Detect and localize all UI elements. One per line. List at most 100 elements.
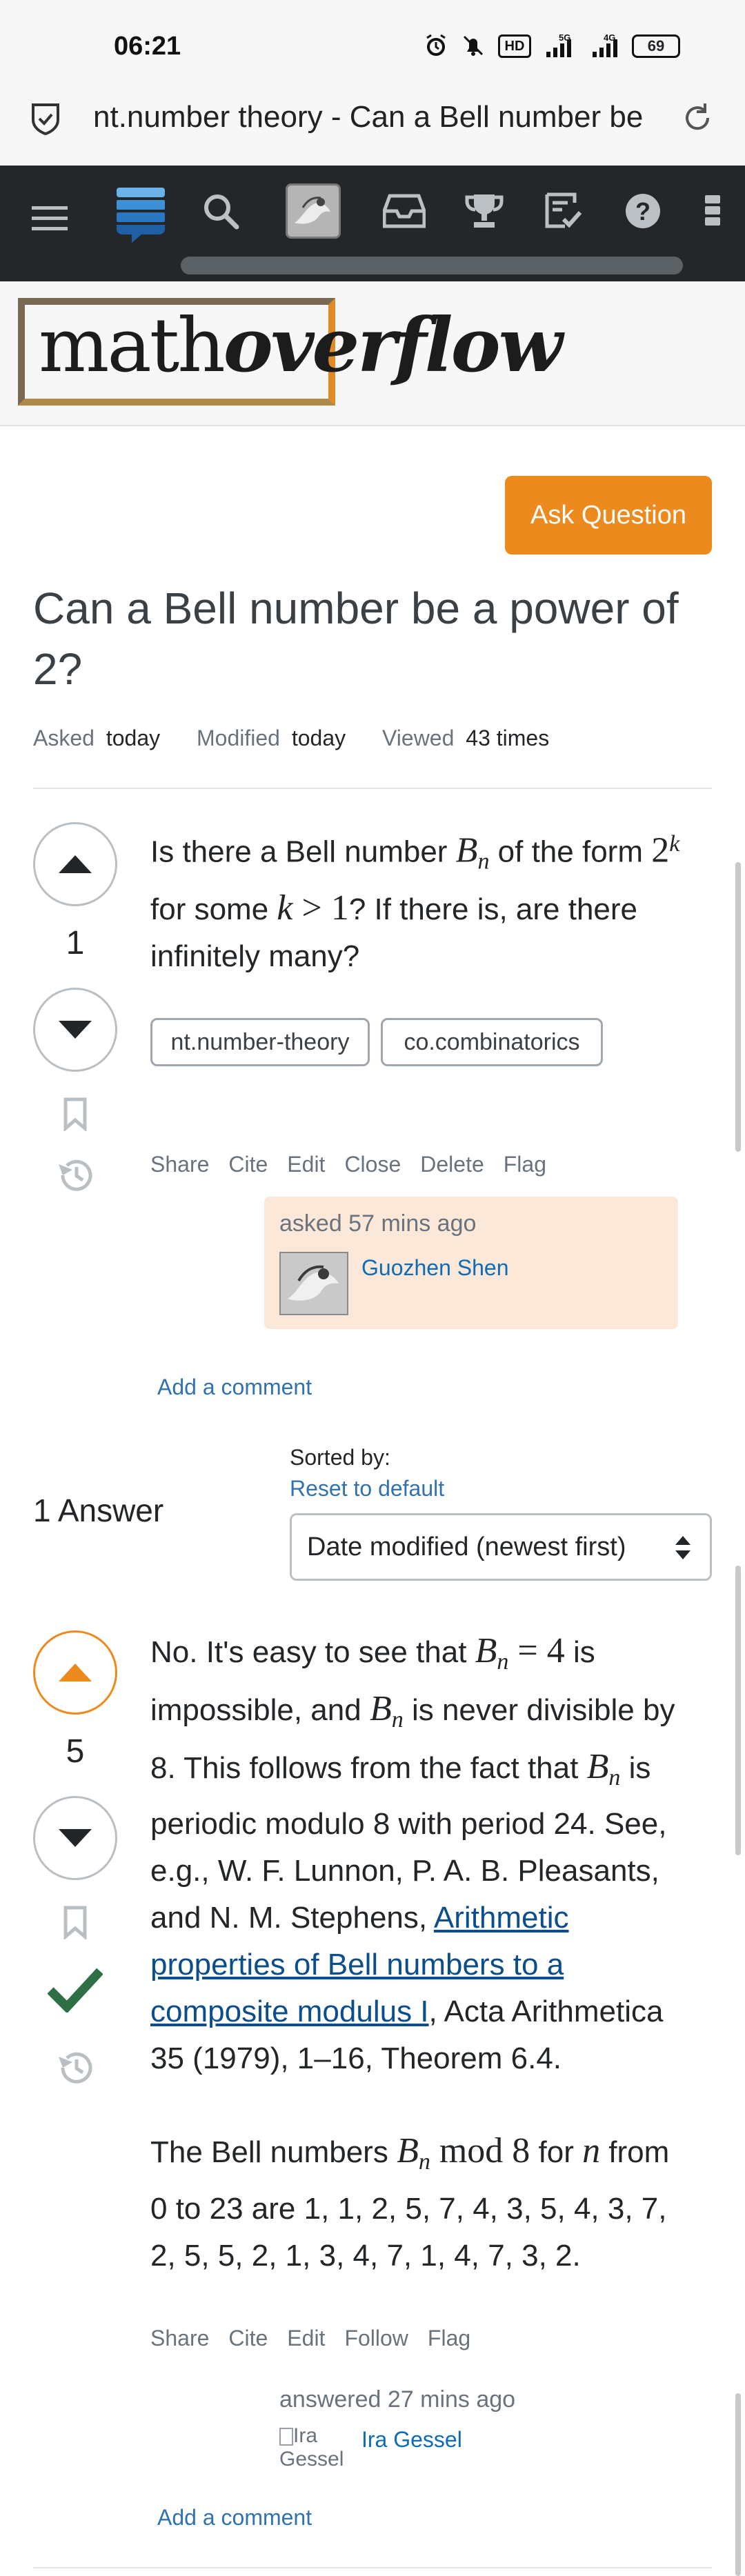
delete-link[interactable]: Delete [420, 1152, 484, 1177]
hamburger-menu-icon[interactable] [29, 201, 70, 236]
asked-value: today [106, 726, 161, 750]
help-icon[interactable]: ? [624, 192, 662, 230]
divider [33, 2567, 712, 2568]
body-text: for some [150, 892, 277, 927]
close-link[interactable]: Close [344, 1152, 401, 1177]
tag-co-combinatorics[interactable]: co.combinatorics [381, 1018, 603, 1066]
math-sub: n [608, 1764, 621, 1790]
battery-icon: 69 [632, 34, 680, 58]
answerer-name-link[interactable]: Ira Gessel [361, 2427, 462, 2453]
math-op: mod 8 [430, 2131, 530, 2170]
math-var: n [582, 2131, 601, 2170]
edit-link[interactable]: Edit [287, 1152, 325, 1177]
url-text[interactable]: nt.number theory - Can a Bell number be … [93, 97, 645, 138]
answer-bookmark-icon[interactable] [33, 1905, 117, 1939]
viewed-value: 43 times [466, 726, 550, 750]
body-text: No. It's easy to see that [150, 1635, 475, 1669]
reset-sort-link[interactable]: Reset to default [290, 1476, 444, 1501]
answers-count: 1 Answer [33, 1492, 164, 1528]
bookmark-icon[interactable] [33, 1097, 117, 1131]
logo-bold-text: overflow [223, 302, 563, 389]
reload-icon[interactable] [680, 101, 715, 139]
answer-add-comment-link[interactable]: Add a comment [157, 2505, 312, 2530]
status-time: 06:21 [114, 32, 181, 61]
math-var: 2 [651, 830, 670, 870]
signal-4g-icon: 4G [590, 32, 629, 59]
question-post-menu: Share Cite Edit Close Delete Flag [150, 1152, 546, 1177]
answer-history-icon[interactable] [33, 2050, 117, 2086]
math-op: = 4 [508, 1631, 565, 1670]
question-add-comment-link[interactable]: Add a comment [157, 1375, 312, 1400]
share-link[interactable]: Share [150, 1152, 209, 1177]
flag-link[interactable]: Flag [504, 1152, 546, 1177]
search-icon[interactable] [200, 190, 241, 232]
asker-name-link[interactable]: Guozhen Shen [361, 1255, 509, 1281]
page-scrollbar[interactable] [735, 862, 741, 1152]
page-scrollbar[interactable] [735, 1566, 741, 1855]
accepted-checkmark-icon [33, 1964, 117, 2013]
history-icon[interactable] [33, 1157, 117, 1193]
edit-link[interactable]: Edit [287, 2326, 325, 2351]
flag-link[interactable]: Flag [428, 2326, 470, 2351]
body-text: for [530, 2135, 583, 2169]
math-var: k [277, 888, 293, 928]
divider [33, 788, 712, 789]
site-switcher-icon[interactable] [702, 193, 723, 228]
question-body: Is there a Bell number Bn of the form 2k… [150, 821, 688, 980]
achievements-trophy-icon[interactable] [464, 190, 505, 232]
answer-upvote-button[interactable] [33, 1630, 117, 1715]
math-op: > [292, 888, 331, 928]
share-link[interactable]: Share [150, 2326, 209, 2351]
math-var: 1 [330, 888, 349, 928]
body-text: The Bell numbers [150, 2135, 397, 2169]
review-queues-icon[interactable] [542, 190, 584, 232]
math-var: B [475, 1631, 497, 1670]
logo-plain-text: math [39, 303, 226, 389]
cite-link[interactable]: Cite [228, 2326, 268, 2351]
asker-avatar[interactable] [279, 1252, 348, 1315]
answer-paragraph-1: No. It's easy to see that Bn = 4 is impo… [150, 1628, 688, 2082]
modified-label: Modified [197, 726, 280, 750]
site-logo[interactable]: mathoverflow [39, 302, 563, 389]
body-text: Is there a Bell number [150, 835, 456, 869]
inbox-icon[interactable] [382, 190, 426, 232]
math-var: B [455, 830, 478, 870]
math-var: B [369, 1688, 392, 1728]
stackexchange-icon[interactable] [113, 185, 168, 244]
question-downvote-button[interactable] [33, 988, 117, 1072]
math-sub: n [497, 1648, 509, 1675]
follow-link[interactable]: Follow [344, 2326, 408, 2351]
navbar-scrollbar[interactable] [181, 257, 683, 274]
cite-link[interactable]: Cite [228, 1152, 268, 1177]
viewed-label: Viewed [382, 726, 455, 750]
question-title[interactable]: Can a Bell number be a power of 2? [33, 578, 709, 699]
sort-select[interactable]: Date modified (newest first) [290, 1513, 712, 1581]
answer-paragraph-2: The Bell numbers Bn mod 8 for n from 0 t… [150, 2128, 688, 2279]
answer-downvote-button[interactable] [33, 1796, 117, 1880]
sorted-by-label: Sorted by: [290, 1445, 390, 1470]
sort-arrows-icon [674, 1533, 692, 1569]
tag-nt-number-theory[interactable]: nt.number-theory [150, 1018, 370, 1066]
answer-post-menu: Share Cite Edit Follow Flag [150, 2326, 470, 2351]
math-sub: n [418, 2148, 430, 2175]
url-fade [653, 119, 683, 150]
user-avatar[interactable] [286, 183, 341, 239]
sort-select-value: Date modified (newest first) [307, 1532, 626, 1561]
math-sup: k [669, 831, 680, 857]
asked-label: Asked [33, 726, 95, 750]
ask-question-button[interactable]: Ask Question [505, 476, 712, 555]
question-score: 1 [66, 925, 85, 961]
math-sub: n [391, 1706, 404, 1733]
modified-value: today [291, 726, 346, 750]
math-sub: n [477, 848, 490, 875]
site-security-icon[interactable] [30, 102, 61, 139]
answered-time: answered 27 mins ago [279, 2386, 516, 2413]
asked-time: asked 57 mins ago [279, 1210, 477, 1237]
answerer-avatar-broken[interactable]: Ira Gessel [279, 2424, 348, 2488]
hd-icon: HD [498, 34, 531, 58]
question-upvote-button[interactable] [33, 822, 117, 906]
body-text: of the form [489, 835, 652, 869]
page-scrollbar[interactable] [735, 2393, 741, 2576]
signal-5g-icon: 5G [542, 32, 586, 59]
math-var: B [397, 2131, 419, 2170]
